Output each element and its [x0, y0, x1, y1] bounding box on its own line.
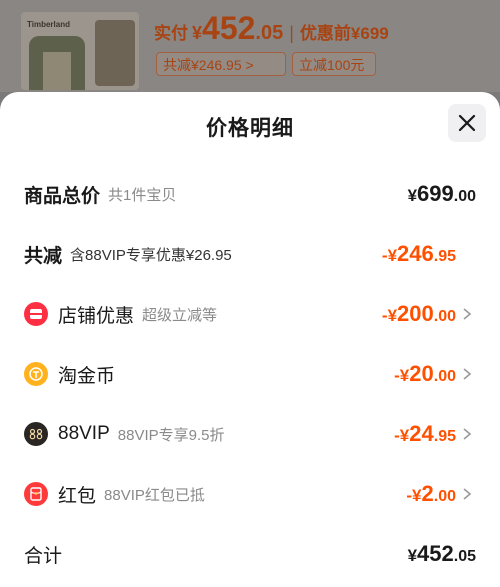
amount-integer: 20: [409, 361, 434, 386]
sheet-title: 价格明细: [206, 117, 294, 140]
red-packet-icon: [24, 482, 48, 506]
amount-integer: 452: [417, 541, 454, 566]
shop-discount-label: 店铺优惠: [58, 305, 135, 327]
product-thumbnail[interactable]: Timberland: [21, 12, 139, 90]
taojinbi-amount: -¥ 20 .00: [394, 361, 456, 387]
original-price: 优惠前¥699: [299, 24, 389, 43]
amount-decimal: .95: [433, 248, 456, 265]
amount-sign: -¥: [381, 306, 398, 325]
close-icon: [458, 114, 476, 132]
goods-total-label: 商品总价: [24, 185, 101, 207]
amount-sign: ¥: [407, 186, 418, 205]
row-goods-total: 商品总价 共1件宝贝 ¥ 699 .00: [24, 176, 476, 212]
red-packet-amount: -¥ 2 .00: [406, 481, 456, 507]
amount-integer: 699: [417, 181, 454, 206]
paid-amount-decimal: .05: [255, 22, 284, 44]
paid-label: 实付: [154, 24, 188, 43]
amount-sign: -¥: [406, 486, 422, 505]
vip-88-icon: [24, 422, 48, 446]
red-packet-label: 红包: [58, 485, 97, 507]
amount-integer: 246: [397, 241, 434, 266]
row-grand-total: 合计 ¥ 452 .05: [24, 536, 476, 572]
shop-discount-amount: -¥ 200 .00: [382, 301, 456, 327]
amount-decimal: .95: [433, 428, 456, 445]
goods-total-amount: ¥ 699 .00: [408, 181, 476, 207]
grand-total-label: 合计: [24, 545, 63, 567]
row-taojinbi[interactable]: 淘金币 -¥ 20 .00: [24, 356, 476, 392]
amount-integer: 2: [421, 481, 434, 506]
shop-discount-sub: 超级立减等: [142, 306, 218, 324]
jacket-detail-image: [95, 20, 135, 86]
amount-decimal: .00: [433, 488, 456, 505]
vip-sub: 88VIP专享9.5折: [117, 426, 225, 444]
paid-amount-integer: 452: [202, 10, 256, 46]
amount-decimal: .05: [453, 548, 476, 565]
amount-decimal: .00: [453, 188, 476, 205]
chevron-right-icon[interactable]: [462, 307, 476, 321]
shop-coupon-icon: [24, 302, 48, 326]
total-discount-sub: 含88VIP专享优惠¥26.95: [70, 246, 232, 264]
amount-integer: 200: [397, 301, 434, 326]
goods-total-sub: 共1件宝贝: [108, 186, 177, 204]
price-separator: |: [289, 23, 294, 43]
chevron-right-icon[interactable]: [462, 487, 476, 501]
price-detail-sheet: 价格明细 商品总价 共1件宝贝 ¥ 699 .00 共减 含88VIP专享优惠¥…: [0, 92, 500, 587]
amount-integer: 24: [409, 421, 434, 446]
amount-sign: ¥: [407, 546, 418, 565]
brand-logo: Timberland: [27, 20, 70, 29]
paid-price-line: 实付 ¥ 452 .05 | 优惠前¥699: [154, 10, 389, 52]
amount-sign: -¥: [394, 366, 410, 385]
chevron-right-icon[interactable]: [462, 427, 476, 441]
chevron-right-icon[interactable]: [462, 367, 476, 381]
close-button[interactable]: [448, 104, 486, 142]
coupon-tag: 立减100元: [292, 52, 376, 76]
red-packet-sub: 88VIP红包已抵: [104, 486, 205, 504]
row-red-packet[interactable]: 红包 88VIP红包已抵 -¥ 2 .00: [24, 476, 476, 512]
total-saved-tag[interactable]: 共减¥246.95 >: [156, 52, 286, 76]
total-discount-amount: -¥ 246 .95: [382, 241, 456, 267]
taojinbi-label: 淘金币: [58, 365, 116, 387]
amount-decimal: .00: [433, 308, 456, 325]
amount-sign: -¥: [394, 426, 410, 445]
row-shop-discount[interactable]: 店铺优惠 超级立减等 -¥ 200 .00: [24, 296, 476, 332]
row-total-discount: 共减 含88VIP专享优惠¥26.95 -¥ 246 .95: [24, 236, 476, 272]
total-discount-label: 共减: [24, 245, 63, 267]
vip-amount: -¥ 24 .95: [394, 421, 456, 447]
grand-total-amount: ¥ 452 .05: [408, 541, 476, 567]
gold-coin-icon: [24, 362, 48, 386]
amount-decimal: .00: [433, 368, 456, 385]
paid-currency: ¥: [192, 23, 203, 43]
product-summary-bar: Timberland 实付 ¥ 452 .05 | 优惠前¥699 共减¥246…: [0, 0, 500, 92]
amount-sign: -¥: [381, 246, 398, 265]
row-88vip[interactable]: 88VIP 88VIP专享9.5折 -¥ 24 .95: [24, 416, 476, 452]
jacket-image: [29, 36, 85, 90]
vip-label: 88VIP: [58, 423, 110, 444]
